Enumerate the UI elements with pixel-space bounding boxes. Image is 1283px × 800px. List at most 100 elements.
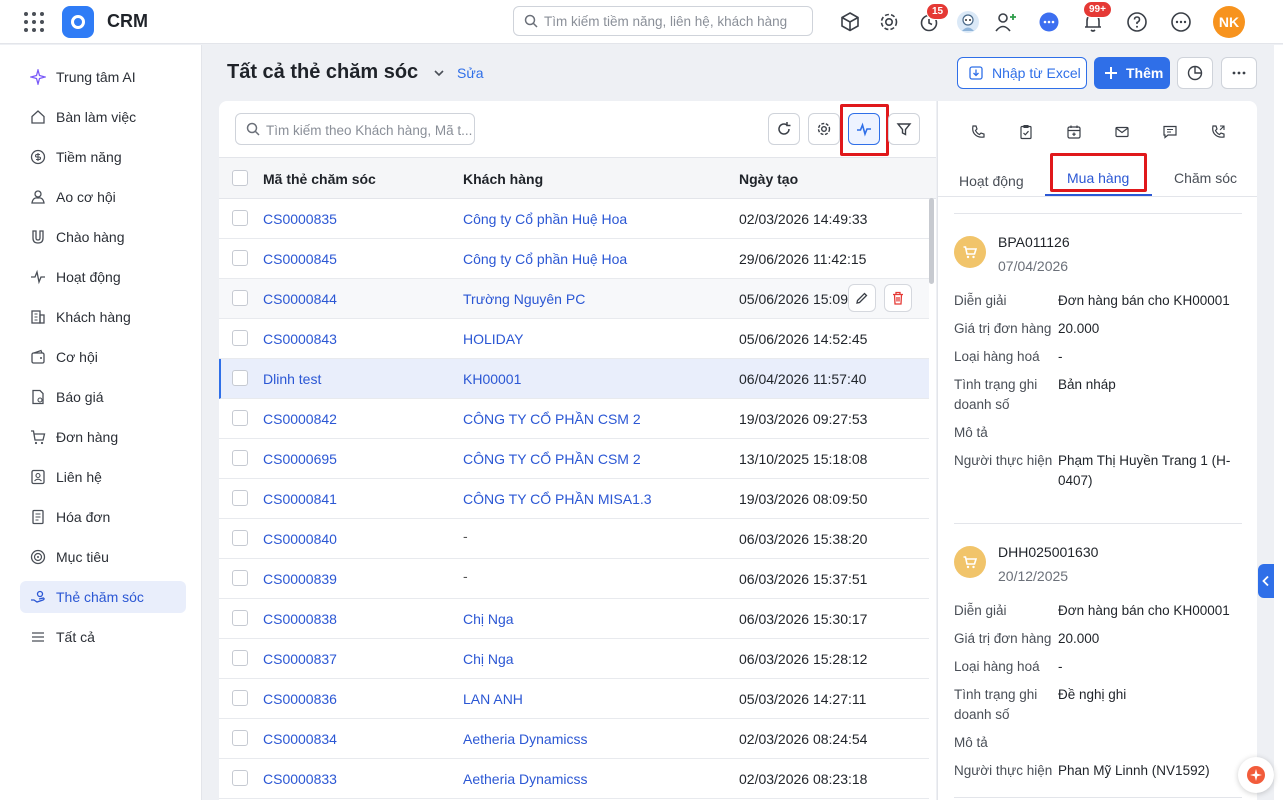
- customer-name[interactable]: Chị Nga: [463, 651, 514, 667]
- call-icon[interactable]: [966, 120, 990, 144]
- row-checkbox[interactable]: [232, 450, 248, 466]
- table-row[interactable]: CS0000840 - 06/03/2026 15:38:20: [219, 519, 929, 559]
- customer-name[interactable]: Aetheria Dynamicss: [463, 731, 588, 747]
- collapse-panel-button[interactable]: [1258, 564, 1274, 598]
- chat-icon[interactable]: [1037, 10, 1061, 34]
- calendar-icon[interactable]: [1062, 120, 1086, 144]
- customer-name[interactable]: CÔNG TY CỔ PHẦN CSM 2: [463, 451, 641, 467]
- care-card-code[interactable]: CS0000842: [263, 411, 337, 427]
- global-search[interactable]: [513, 6, 813, 36]
- row-checkbox[interactable]: [232, 410, 248, 426]
- sidebar-item-orders[interactable]: Đơn hàng: [20, 421, 186, 453]
- care-card-code[interactable]: Dlinh test: [263, 371, 321, 387]
- row-checkbox[interactable]: [232, 250, 248, 266]
- customer-name[interactable]: Aetheria Dynamicss: [463, 771, 588, 787]
- customer-name[interactable]: CÔNG TY CỔ PHẦN CSM 2: [463, 411, 641, 427]
- table-row-selected[interactable]: Dlinh test KH00001 06/04/2026 11:57:40: [219, 359, 929, 399]
- table-row[interactable]: CS0000695 CÔNG TY CỔ PHẦN CSM 2 13/10/20…: [219, 439, 929, 479]
- sidebar-item-workspace[interactable]: Bàn làm việc: [20, 101, 186, 133]
- care-card-code[interactable]: CS0000841: [263, 491, 337, 507]
- row-checkbox[interactable]: [232, 650, 248, 666]
- row-checkbox[interactable]: [232, 570, 248, 586]
- care-card-code[interactable]: CS0000834: [263, 731, 337, 747]
- care-card-code[interactable]: CS0000836: [263, 691, 337, 707]
- care-card-code[interactable]: CS0000695: [263, 451, 337, 467]
- customer-name[interactable]: Chị Nga: [463, 611, 514, 627]
- chevron-down-icon[interactable]: [432, 66, 446, 80]
- email-icon[interactable]: [1110, 120, 1134, 144]
- care-card-code[interactable]: CS0000843: [263, 331, 337, 347]
- care-card-code[interactable]: CS0000840: [263, 531, 337, 547]
- user-avatar[interactable]: NK: [1213, 6, 1245, 38]
- care-card-code[interactable]: CS0000845: [263, 251, 337, 267]
- sidebar-item-leads[interactable]: Tiềm năng: [20, 141, 186, 173]
- crm-logo[interactable]: [62, 6, 94, 38]
- list-search[interactable]: [235, 113, 475, 145]
- sidebar-item-ai-center[interactable]: Trung tâm AI: [20, 61, 186, 93]
- refresh-button[interactable]: [768, 113, 800, 145]
- more-actions-button[interactable]: [1221, 57, 1257, 89]
- column-header-customer[interactable]: Khách hàng: [463, 171, 543, 187]
- ai-assistant-button[interactable]: [1238, 757, 1274, 793]
- table-row[interactable]: CS0000837 Chị Nga 06/03/2026 15:28:12: [219, 639, 929, 679]
- call-log-icon[interactable]: [1206, 120, 1230, 144]
- care-card-code[interactable]: CS0000835: [263, 211, 337, 227]
- customer-name[interactable]: KH00001: [463, 371, 521, 387]
- sidebar-item-opportunities[interactable]: Cơ hội: [20, 341, 186, 373]
- row-checkbox[interactable]: [232, 370, 248, 386]
- table-row[interactable]: CS0000838 Chị Nga 06/03/2026 15:30:17: [219, 599, 929, 639]
- assistant-avatar-icon[interactable]: [956, 10, 980, 34]
- import-excel-button[interactable]: Nhập từ Excel: [957, 57, 1087, 89]
- edit-view-link[interactable]: Sửa: [457, 65, 484, 81]
- table-row[interactable]: CS0000834 Aetheria Dynamicss 02/03/2026 …: [219, 719, 929, 759]
- care-card-code[interactable]: CS0000833: [263, 771, 337, 787]
- customer-name[interactable]: Trường Nguyên PC: [463, 291, 585, 307]
- history-button[interactable]: [1177, 57, 1213, 89]
- care-card-code[interactable]: CS0000839: [263, 571, 337, 587]
- list-settings-button[interactable]: [808, 113, 840, 145]
- table-row[interactable]: CS0000842 CÔNG TY CỔ PHẦN CSM 2 19/03/20…: [219, 399, 929, 439]
- table-row[interactable]: CS0000833 Aetheria Dynamicss 02/03/2026 …: [219, 759, 929, 799]
- table-row[interactable]: CS0000845 Công ty Cổ phần Huệ Hoa 29/06/…: [219, 239, 929, 279]
- message-icon[interactable]: [1158, 120, 1182, 144]
- add-user-icon[interactable]: [994, 10, 1018, 34]
- row-checkbox[interactable]: [232, 490, 248, 506]
- task-icon[interactable]: [1014, 120, 1038, 144]
- sidebar-item-care-cards[interactable]: Thẻ chăm sóc: [20, 581, 186, 613]
- customer-name[interactable]: HOLIDAY: [463, 331, 523, 347]
- row-checkbox[interactable]: [232, 690, 248, 706]
- care-card-code[interactable]: CS0000844: [263, 291, 337, 307]
- row-checkbox[interactable]: [232, 530, 248, 546]
- row-checkbox[interactable]: [232, 610, 248, 626]
- care-card-code[interactable]: CS0000838: [263, 611, 337, 627]
- sidebar-item-customers[interactable]: Khách hàng: [20, 301, 186, 333]
- global-search-input[interactable]: [544, 11, 808, 31]
- table-row[interactable]: CS0000841 CÔNG TY CỔ PHẦN MISA1.3 19/03/…: [219, 479, 929, 519]
- sidebar-item-activities[interactable]: Hoạt động: [20, 261, 186, 293]
- sidebar-item-quotes[interactable]: Báo giá: [20, 381, 186, 413]
- sidebar-item-all[interactable]: Tất cả: [20, 621, 186, 653]
- app-launcher-icon[interactable]: [24, 12, 44, 32]
- sidebar-item-invoices[interactable]: Hóa đơn: [20, 501, 186, 533]
- cube-search-icon[interactable]: [838, 10, 862, 34]
- more-options-icon[interactable]: [1169, 10, 1193, 34]
- row-checkbox[interactable]: [232, 770, 248, 786]
- sidebar-item-targets[interactable]: Mục tiêu: [20, 541, 186, 573]
- care-card-code[interactable]: CS0000837: [263, 651, 337, 667]
- list-scrollbar[interactable]: [929, 198, 934, 284]
- table-row[interactable]: CS0000835 Công ty Cổ phần Huệ Hoa 02/03/…: [219, 199, 929, 239]
- order-code[interactable]: DHH025001630: [998, 544, 1098, 560]
- tab-activities[interactable]: Hoạt động: [959, 173, 1024, 189]
- row-checkbox[interactable]: [232, 290, 248, 306]
- order-code[interactable]: BPA011126: [998, 234, 1070, 250]
- sidebar-item-contacts[interactable]: Liên hệ: [20, 461, 186, 493]
- add-button[interactable]: Thêm: [1094, 57, 1170, 89]
- row-checkbox[interactable]: [232, 210, 248, 226]
- customer-name[interactable]: Công ty Cổ phần Huệ Hoa: [463, 211, 627, 227]
- tab-care[interactable]: Chăm sóc: [1174, 170, 1237, 186]
- settings-gear-icon[interactable]: [877, 10, 901, 34]
- sidebar-item-offers[interactable]: Chào hàng: [20, 221, 186, 253]
- row-checkbox[interactable]: [232, 330, 248, 346]
- row-edit-button[interactable]: [848, 284, 876, 312]
- help-icon[interactable]: [1125, 10, 1149, 34]
